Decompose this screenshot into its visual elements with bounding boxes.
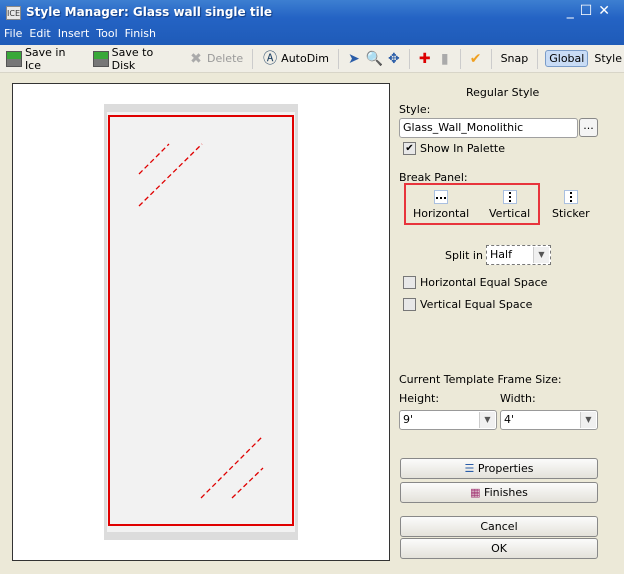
finishes-button[interactable]: ▦ Finishes [400,482,598,503]
delete-icon: ✖ [190,50,202,67]
menu-insert[interactable]: Insert [58,27,90,40]
vertical-break-icon [502,190,517,204]
save-in-ice-button[interactable]: Save in Ice [4,44,87,74]
separator [537,48,539,69]
break-vertical-button[interactable]: Vertical [489,190,530,220]
close-button[interactable]: ✕ [598,3,616,19]
separator [408,48,410,69]
break-horizontal-button[interactable]: Horizontal [413,190,469,220]
window-title: Style Manager: Glass wall single tile [26,5,272,19]
glass-area [107,112,295,532]
global-toggle[interactable]: Global [545,50,589,67]
width-select[interactable]: 4' ▼ [500,410,598,430]
autodim-button[interactable]: Ⓐ AutoDim [260,49,331,69]
split-in-select[interactable]: Half ▼ [486,245,551,265]
autodim-icon: Ⓐ [263,50,278,67]
minimize-button[interactable]: _ [567,3,580,19]
horizontal-equal-space-checkbox[interactable] [403,276,416,289]
maximize-button[interactable]: ☐ [580,3,599,19]
chevron-down-icon: ▼ [479,412,495,428]
browse-style-button[interactable]: ... [579,118,598,137]
move-icon[interactable]: ✥ [386,51,402,67]
panel-heading: Regular Style [466,86,540,99]
height-label: Height: [399,392,440,405]
ok-button[interactable]: OK [400,538,598,559]
app-icon: ICE [6,6,21,20]
menu-tool[interactable]: Tool [96,27,117,40]
style-label: Style: [399,103,431,116]
add-panel-icon[interactable]: ✚ [417,51,433,67]
vertical-equal-space-checkbox[interactable] [403,298,416,311]
menu-file[interactable]: File [4,27,22,40]
snap-button[interactable]: Snap [499,50,531,67]
menu-edit[interactable]: Edit [29,27,50,40]
sticker-break-icon [563,190,578,204]
cancel-button[interactable]: Cancel [400,516,598,537]
toolbar: Save in Ice Save to Disk ✖ Delete Ⓐ AutoDi… [0,45,624,73]
style-toggle[interactable]: Style [592,50,624,67]
delete-button[interactable]: ✖ Delete [186,49,245,69]
chevron-down-icon: ▼ [580,412,596,428]
checkmark-icon[interactable]: ✔ [468,51,484,67]
split-in-label: Split in [445,249,483,262]
select-arrow-icon[interactable]: ➤ [346,51,362,67]
save-icon [92,50,109,67]
save-icon [6,50,22,67]
separator [459,48,461,69]
glass-tile-drawing [104,104,298,540]
properties-button[interactable]: ☰ Properties [400,458,598,479]
show-in-palette-label: Show In Palette [420,142,505,155]
separator [252,48,254,69]
frame-size-label: Current Template Frame Size: [399,373,562,386]
list-icon: ☰ [464,462,475,475]
break-sticker-button[interactable]: Sticker [552,190,590,220]
zoom-icon[interactable]: 🔍 [366,51,383,67]
show-in-palette-checkbox[interactable]: ✔ [403,142,416,155]
style-input[interactable]: Glass_Wall_Monolithic [399,118,578,138]
menu-finish[interactable]: Finish [125,27,156,40]
separator [337,48,339,69]
horizontal-break-icon [434,190,449,204]
separator [490,48,492,69]
save-to-disk-button[interactable]: Save to Disk [91,44,182,74]
vertical-equal-space-label: Vertical Equal Space [420,298,533,311]
drawing-canvas[interactable] [12,83,390,561]
swatch-grid-icon: ▦ [470,486,481,499]
width-label: Width: [500,392,536,405]
horizontal-equal-space-label: Horizontal Equal Space [420,276,548,289]
title-bar: ICE Style Manager: Glass wall single til… [0,0,624,45]
panel-icon[interactable]: ▮ [437,51,453,67]
height-select[interactable]: 9' ▼ [399,410,497,430]
chevron-down-icon: ▼ [533,247,549,263]
